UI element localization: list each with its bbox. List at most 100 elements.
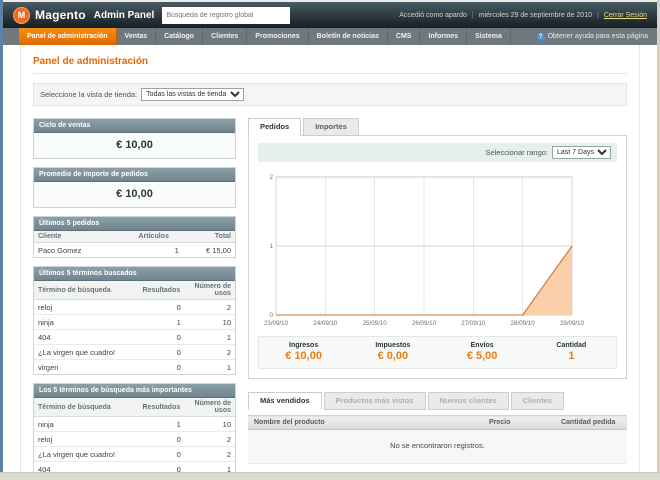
magento-admin-app: M Magento Admin Panel Accedió como apard… (3, 2, 657, 472)
tab-amounts[interactable]: Importes (303, 118, 359, 136)
results-cell: 0 (138, 431, 185, 447)
store-switcher-select[interactable]: Todas las vistas de tienda (141, 88, 245, 101)
help-link[interactable]: ? Obtener ayuda para esta página (536, 28, 657, 45)
last-search-terms-box: Últimos 5 términos buscados Término de b… (33, 266, 236, 375)
empty-message: No se encontraron registros. (248, 429, 627, 464)
uses-cell: 2 (184, 431, 235, 447)
term-cell: ninja (34, 314, 139, 330)
col-header[interactable]: Precio (482, 415, 555, 430)
term-cell: 404 (34, 461, 139, 472)
logged-in-as: Accedió como apardo (399, 11, 467, 19)
svg-text:28/09/10: 28/09/10 (511, 320, 536, 327)
tab-most-viewed[interactable]: Productos más vistos (323, 392, 426, 410)
logout-link[interactable]: Cerrar Sesión (604, 12, 647, 19)
nav-item-dashboard[interactable]: Panel de administración (19, 28, 117, 45)
totals-bar: Ingresos € 10,00 Impuestos € 0,00 Envíos… (258, 336, 617, 369)
nav-item-system[interactable]: Sistema (467, 28, 511, 45)
logo-subtitle: Admin Panel (93, 9, 155, 21)
nav-item-promotions[interactable]: Promociones (247, 28, 309, 45)
nav-item-customers[interactable]: Clientes (203, 28, 248, 45)
magento-logo[interactable]: M Magento Admin Panel (13, 6, 155, 24)
separator: | (471, 11, 474, 19)
box-title: Últimos 5 pedidos (34, 217, 235, 231)
table-row[interactable]: 404 0 1 (34, 461, 235, 472)
col-header[interactable]: Término de búsqueda (34, 281, 139, 300)
tab-orders[interactable]: Pedidos (248, 118, 302, 136)
tab-customers[interactable]: Clientes (510, 392, 564, 410)
results-cell: 1 (138, 314, 185, 330)
svg-text:26/09/10: 26/09/10 (412, 320, 437, 327)
stat-tax: Impuestos € 0,00 (348, 342, 437, 362)
top-search-terms-table: Término de búsqueda Resultados Número de… (34, 398, 235, 472)
dashboard-columns: Ciclo de ventas € 10,00 Promedio de impo… (33, 118, 627, 472)
term-cell: reloj (34, 299, 139, 315)
page-title: Panel de administración (33, 53, 627, 74)
box-title: Los 5 términos de búsqueda más important… (34, 384, 235, 398)
window-edge-left (0, 0, 3, 480)
tab-bestsellers[interactable]: Más vendidos (248, 392, 322, 410)
nav-item-catalog[interactable]: Catálogo (156, 28, 204, 45)
main-nav: Panel de administración Ventas Catálogo … (3, 28, 657, 45)
nav-item-cms[interactable]: CMS (388, 28, 421, 45)
col-header[interactable]: Número de usos (184, 281, 235, 300)
stat-value: € 0,00 (377, 350, 409, 362)
current-date: miércoles 29 de septiembre de 2010 (478, 11, 592, 19)
range-label: Seleccionar rango: (485, 148, 548, 157)
col-header[interactable]: Resultados (138, 398, 185, 417)
stat-value: € 10,00 (285, 350, 322, 362)
product-tabs: Más vendidos Productos más vistos Nuevos… (248, 392, 627, 410)
svg-text:0: 0 (270, 312, 274, 319)
nav-item-sales[interactable]: Ventas (117, 28, 157, 45)
uses-cell: 2 (184, 446, 235, 462)
table-row[interactable]: ninja 1 10 (34, 416, 235, 432)
results-cell: 0 (138, 461, 185, 472)
logo-name: Magento (35, 8, 86, 22)
table-row[interactable]: ¿La virgen que cuadro! 0 2 (34, 344, 235, 360)
dashboard-left-column: Ciclo de ventas € 10,00 Promedio de impo… (33, 118, 236, 472)
results-cell: 0 (138, 446, 185, 462)
lifetime-sales-value: € 10,00 (34, 133, 235, 158)
col-header[interactable]: Número de usos (184, 398, 235, 417)
svg-text:1: 1 (270, 243, 274, 250)
table-row[interactable]: reloj 0 2 (34, 299, 235, 315)
range-selector-band: Seleccionar rango: Last 7 Days (258, 143, 617, 162)
table-row[interactable]: ¿La virgen que cuadro! 0 2 (34, 446, 235, 462)
col-header[interactable]: Cantidad pedida (554, 415, 627, 430)
separator: | (596, 11, 599, 19)
uses-cell: 1 (184, 461, 235, 472)
tab-new-customers[interactable]: Nuevos clientes (427, 392, 509, 410)
dashboard-page: Panel de administración Seleccione la vi… (20, 45, 640, 472)
term-cell: ¿La virgen que cuadro! (34, 446, 139, 462)
uses-cell: 10 (184, 314, 235, 330)
box-title: Últimos 5 términos buscados (34, 267, 235, 281)
stat-revenue: Ingresos € 10,00 (259, 342, 348, 362)
col-header[interactable]: Nombre del producto (248, 415, 483, 430)
nav-item-newsletter[interactable]: Boletín de noticias (309, 28, 388, 45)
nav-item-reports[interactable]: Informes (420, 28, 468, 45)
col-header[interactable]: Término de búsqueda (34, 398, 139, 417)
chart-tabs: Pedidos Importes (248, 118, 627, 136)
stat-label: Ingresos (289, 342, 319, 349)
results-cell: 0 (138, 329, 185, 345)
col-header[interactable]: Artículos (134, 231, 183, 243)
global-search-input[interactable] (162, 6, 291, 24)
table-row[interactable]: 404 0 1 (34, 329, 235, 345)
svg-text:27/09/10: 27/09/10 (461, 320, 486, 327)
table-row[interactable]: ninja 1 10 (34, 314, 235, 330)
orders-chart: 0 1 2 23/09/10 24/09/10 25/09/10 26/09/10 27/09… (264, 174, 585, 327)
stat-shipping: Envíos € 5,00 (438, 342, 527, 362)
svg-text:2: 2 (270, 174, 274, 181)
top-search-terms-box: Los 5 términos de búsqueda más important… (33, 383, 236, 472)
app-header: M Magento Admin Panel Accedió como apard… (3, 2, 657, 28)
range-select[interactable]: Last 7 Days (552, 146, 611, 159)
col-header[interactable]: Total (182, 231, 235, 243)
col-header[interactable]: Cliente (34, 231, 135, 243)
window-edge-top (0, 0, 660, 2)
table-row[interactable]: Paco Gomez 1 € 15,00 (34, 242, 235, 257)
col-header[interactable]: Resultados (138, 281, 185, 300)
term-cell: virgen (34, 359, 139, 374)
stat-label: Envíos (470, 342, 494, 349)
results-cell: 1 (138, 416, 185, 432)
table-row[interactable]: reloj 0 2 (34, 431, 235, 447)
table-row[interactable]: virgen 0 1 (34, 359, 235, 374)
